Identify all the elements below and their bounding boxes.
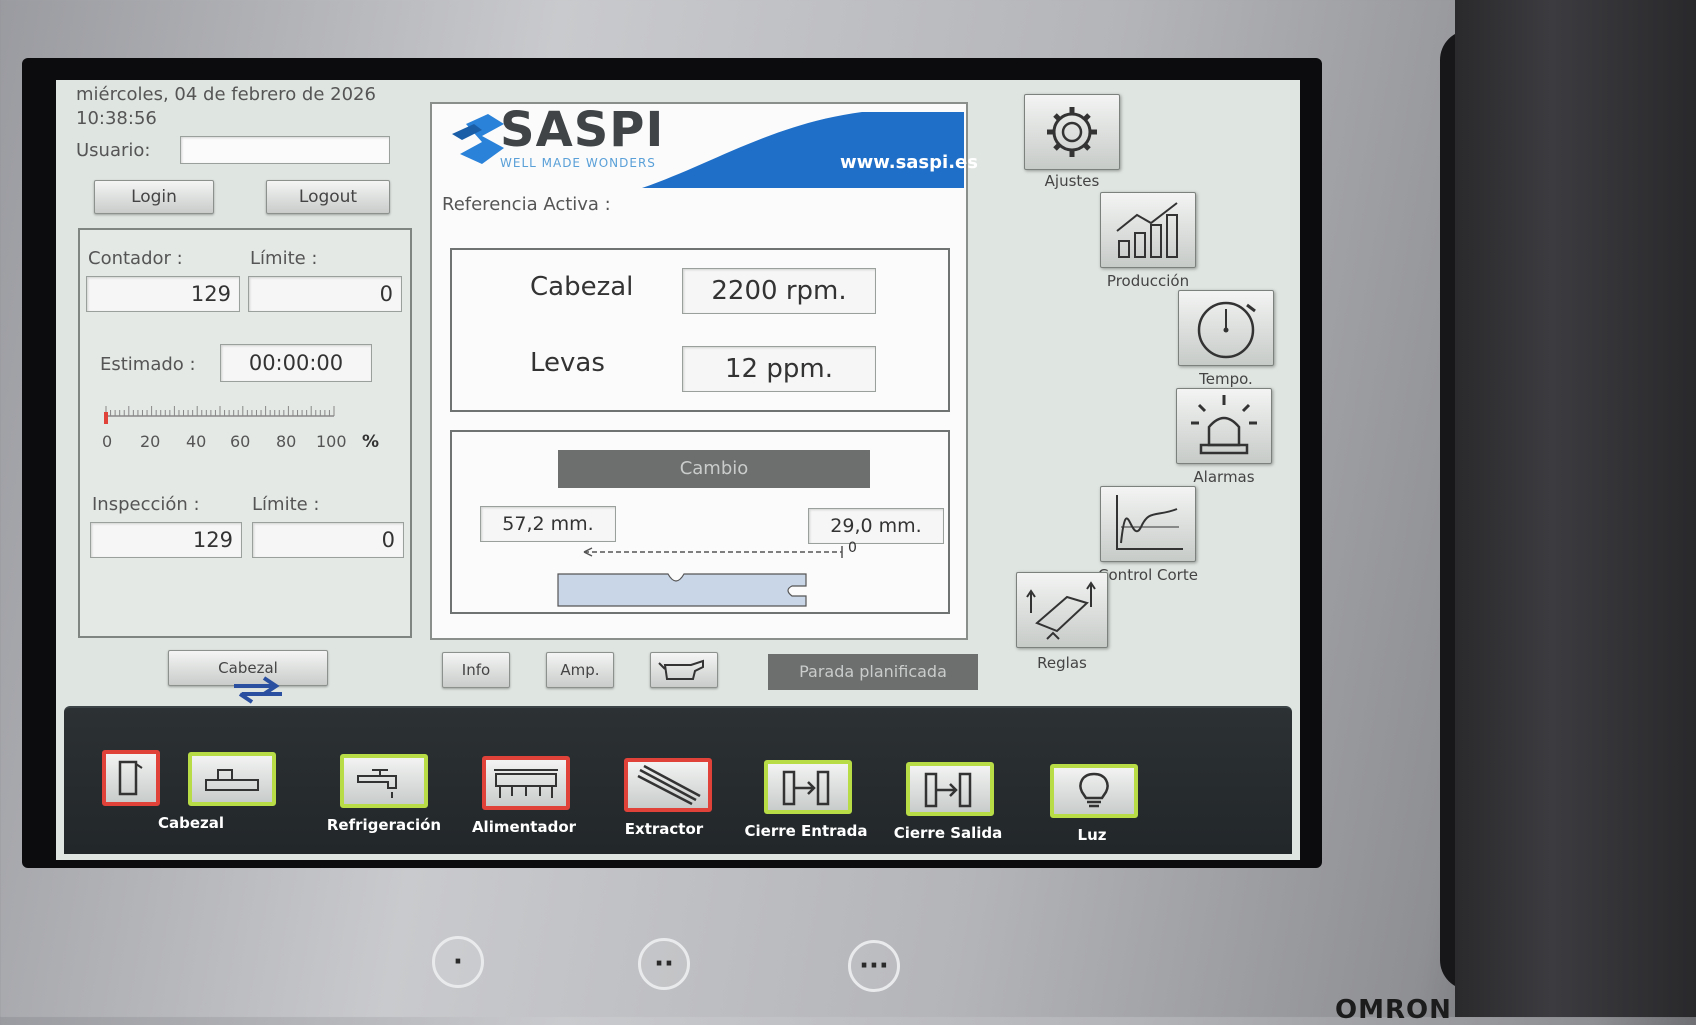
head-icon xyxy=(205,769,259,791)
alimentador-label: Alimentador xyxy=(471,818,577,836)
inspeccion-label: Inspección : xyxy=(92,494,200,515)
inspeccion-field[interactable]: 129 xyxy=(90,522,242,558)
reglas-label: Reglas xyxy=(1037,654,1087,672)
limite2-field[interactable]: 0 xyxy=(252,522,404,558)
scale-tick-20: 20 xyxy=(140,432,161,451)
progress-fill xyxy=(104,412,108,424)
cambio-left-field[interactable]: 57,2 mm. xyxy=(480,506,616,542)
clamp-out-icon xyxy=(924,772,972,808)
scale-labels: 0 20 40 60 80 100 % xyxy=(102,432,382,456)
wave-chart-icon xyxy=(1116,495,1183,550)
extractor-label: Extractor xyxy=(624,820,704,838)
info-button[interactable]: Info xyxy=(442,652,510,688)
estimado-field: 00:00:00 xyxy=(220,344,372,382)
cambio-right-field[interactable]: 29,0 mm. xyxy=(808,508,944,544)
amp-button[interactable]: Amp. xyxy=(546,652,614,688)
cabezal-speed-field: 2200 rpm. xyxy=(682,268,876,314)
limite-field[interactable]: 0 xyxy=(248,276,402,312)
logout-button[interactable]: Logout xyxy=(266,180,390,214)
logo-url: www.saspi.es xyxy=(840,152,978,173)
limite2-label: Límite : xyxy=(252,494,320,515)
device-side-panel xyxy=(1455,0,1696,1017)
cierre-entrada-tile[interactable] xyxy=(764,760,852,814)
control-corte-tile[interactable] xyxy=(1100,486,1196,562)
limite-label: Límite : xyxy=(250,248,318,269)
tempo-tile[interactable] xyxy=(1178,290,1274,366)
scale-tick-0: 0 xyxy=(102,432,113,451)
hardware-button-1[interactable]: · xyxy=(432,936,484,988)
refrigeracion-tile[interactable] xyxy=(340,754,428,808)
luz-label: Luz xyxy=(1077,826,1107,844)
contador-label: Contador : xyxy=(88,248,183,269)
logo-tagline: WELL MADE WONDERS xyxy=(500,156,656,170)
time-text: 10:38:56 xyxy=(76,108,157,129)
switch-arrows-icon[interactable] xyxy=(224,674,294,704)
door-tile[interactable] xyxy=(102,750,160,806)
light-bulb-icon xyxy=(1079,772,1109,808)
stopwatch-icon xyxy=(1197,301,1256,359)
ajustes-label: Ajustes xyxy=(1044,172,1100,190)
cambio-zero-mark: 0 xyxy=(848,540,857,556)
cabezal-speed-label: Cabezal xyxy=(530,272,634,302)
rules-icon xyxy=(1026,581,1096,640)
gear-icon xyxy=(1047,107,1097,157)
hardware-button-3[interactable]: ··· xyxy=(848,940,900,992)
levas-label: Levas xyxy=(530,348,605,378)
date-text: miércoles, 04 de febrero de 2026 xyxy=(76,84,376,105)
oil-can-icon xyxy=(658,659,704,680)
cambio-title: Cambio xyxy=(558,450,870,488)
reglas-tile[interactable] xyxy=(1016,572,1108,648)
hmi-screen: miércoles, 04 de febrero de 2026 10:38:5… xyxy=(56,80,1300,860)
parada-planificada-button[interactable]: Parada planificada xyxy=(768,654,978,690)
login-button[interactable]: Login xyxy=(94,180,214,214)
logo-name: SASPI xyxy=(500,102,665,158)
device-brand: OMRON xyxy=(1335,995,1452,1025)
alarmas-label: Alarmas xyxy=(1193,468,1255,486)
cabezal-tile[interactable] xyxy=(188,752,276,806)
scale-tick-80: 80 xyxy=(276,432,297,451)
bar-chart-icon xyxy=(1116,202,1178,258)
cambio-profile-diagram xyxy=(557,546,843,607)
ajustes-tile[interactable] xyxy=(1024,94,1120,170)
scale-tick-100: 100 xyxy=(316,432,347,451)
scale-tick-60: 60 xyxy=(230,432,251,451)
alarmas-tile[interactable] xyxy=(1176,388,1272,464)
feeder-icon xyxy=(494,769,558,798)
estimado-label: Estimado : xyxy=(100,354,196,375)
cabezal-tile-label: Cabezal xyxy=(157,814,224,832)
user-field[interactable] xyxy=(180,136,390,164)
scale-unit: % xyxy=(362,432,380,452)
contador-field[interactable]: 129 xyxy=(86,276,240,312)
oil-button[interactable] xyxy=(650,652,718,688)
refrigeracion-label: Refrigeración xyxy=(326,816,442,834)
levas-field: 12 ppm. xyxy=(682,346,876,392)
cierre-entrada-label: Cierre Entrada xyxy=(744,822,868,840)
scale-tick-40: 40 xyxy=(186,432,207,451)
door-icon xyxy=(118,760,143,796)
clamp-in-icon xyxy=(782,770,830,806)
hardware-button-2[interactable]: ·· xyxy=(638,938,690,990)
alimentador-tile[interactable] xyxy=(482,756,570,810)
tempo-label: Tempo. xyxy=(1199,370,1253,388)
alarm-light-icon xyxy=(1191,395,1257,455)
produccion-tile[interactable] xyxy=(1100,192,1196,268)
extractor-tile[interactable] xyxy=(624,758,712,812)
referencia-label: Referencia Activa : xyxy=(442,194,611,215)
cierre-salida-label: Cierre Salida xyxy=(893,824,1003,842)
luz-tile[interactable] xyxy=(1050,764,1138,818)
extractor-icon xyxy=(637,764,701,806)
faucet-icon xyxy=(357,769,397,798)
cierre-salida-tile[interactable] xyxy=(906,762,994,816)
produccion-label: Producción xyxy=(1106,272,1190,290)
user-label: Usuario: xyxy=(76,140,151,161)
